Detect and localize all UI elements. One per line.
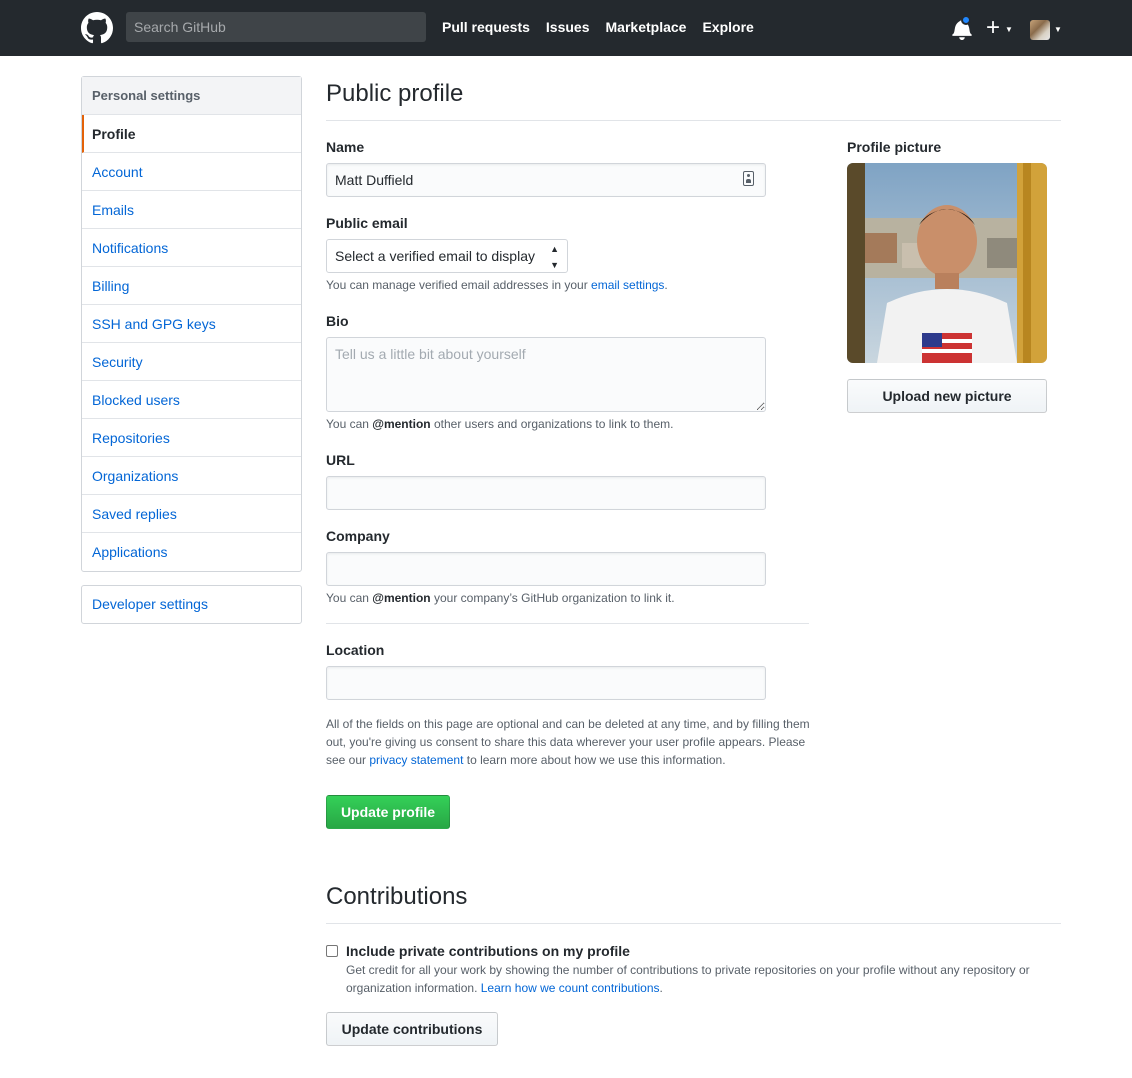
public-email-select-value: Select a verified email to display xyxy=(335,248,535,264)
privacy-note: All of the fields on this page are optio… xyxy=(326,715,816,769)
mention-text: @mention xyxy=(372,591,431,605)
sidebar-item-security[interactable]: Security xyxy=(82,343,301,381)
company-note-suffix: your company’s GitHub organization to li… xyxy=(430,591,675,605)
name-field[interactable] xyxy=(326,163,766,197)
contributions-desc-suffix: . xyxy=(659,981,663,995)
notification-dot xyxy=(961,15,971,25)
url-label: URL xyxy=(326,452,355,468)
name-label: Name xyxy=(326,139,365,155)
chevron-down-icon[interactable]: ▼ xyxy=(1054,25,1062,34)
sidebar-item-notifications[interactable]: Notifications xyxy=(82,229,301,267)
bio-note: You can @mention other users and organiz… xyxy=(326,417,673,431)
settings-sidebar: Personal settings Profile Account Emails… xyxy=(81,76,302,572)
contributions-divider xyxy=(326,923,1061,924)
plus-icon[interactable]: + xyxy=(986,13,1000,43)
private-contributions-label[interactable]: Include private contributions on my prof… xyxy=(346,943,630,959)
sidebar-item-ssh-gpg-keys[interactable]: SSH and GPG keys xyxy=(82,305,301,343)
upload-picture-button[interactable]: Upload new picture xyxy=(847,379,1047,413)
sidebar-item-profile[interactable]: Profile xyxy=(82,115,301,153)
profile-picture xyxy=(847,163,1047,363)
profile-picture-label: Profile picture xyxy=(847,139,942,155)
sidebar-item-developer-settings[interactable]: Developer settings xyxy=(81,585,302,624)
company-note: You can @mention your company’s GitHub o… xyxy=(326,591,675,605)
nav-issues[interactable]: Issues xyxy=(546,19,590,35)
bio-label: Bio xyxy=(326,313,349,329)
header-nav: Pull requests Issues Marketplace Explore xyxy=(442,19,754,35)
email-note-text: You can manage verified email addresses … xyxy=(326,278,592,292)
company-field[interactable] xyxy=(326,552,766,586)
public-email-select[interactable]: Select a verified email to display ▲ ▼ xyxy=(326,239,568,273)
update-profile-button[interactable]: Update profile xyxy=(326,795,450,829)
chevron-down-icon[interactable]: ▼ xyxy=(1005,25,1013,34)
mention-text: @mention xyxy=(372,417,431,431)
private-contributions-description: Get credit for all your work by showing … xyxy=(346,961,1046,997)
location-label: Location xyxy=(326,642,385,658)
nav-pull-requests[interactable]: Pull requests xyxy=(442,19,530,35)
url-field[interactable] xyxy=(326,476,766,510)
bio-note-suffix: other users and organizations to link to… xyxy=(430,417,674,431)
top-header: Pull requests Issues Marketplace Explore… xyxy=(0,0,1132,56)
company-label: Company xyxy=(326,528,390,544)
sidebar-item-organizations[interactable]: Organizations xyxy=(82,457,301,495)
location-field[interactable] xyxy=(326,666,766,700)
select-arrows-icon: ▲ ▼ xyxy=(550,244,559,270)
nav-marketplace[interactable]: Marketplace xyxy=(606,19,687,35)
update-contributions-button[interactable]: Update contributions xyxy=(326,1012,498,1046)
company-note-text: You can xyxy=(326,591,373,605)
page-title: Public profile xyxy=(326,80,464,107)
learn-contributions-link[interactable]: Learn how we count contributions xyxy=(481,981,660,995)
title-divider xyxy=(326,120,1061,121)
sidebar-heading: Personal settings xyxy=(82,77,301,115)
sidebar-item-saved-replies[interactable]: Saved replies xyxy=(82,495,301,533)
privacy-note-suffix: to learn more about how we use this info… xyxy=(463,753,726,767)
sidebar-item-account[interactable]: Account xyxy=(82,153,301,191)
sidebar-item-repositories[interactable]: Repositories xyxy=(82,419,301,457)
bio-textarea[interactable] xyxy=(326,337,766,412)
email-note-suffix: . xyxy=(664,278,668,292)
search-input[interactable] xyxy=(126,12,426,42)
sidebar-item-blocked-users[interactable]: Blocked users xyxy=(82,381,301,419)
public-email-label: Public email xyxy=(326,215,408,231)
private-contributions-checkbox[interactable] xyxy=(326,945,338,957)
nav-explore[interactable]: Explore xyxy=(702,19,753,35)
sidebar-item-emails[interactable]: Emails xyxy=(82,191,301,229)
section-divider xyxy=(326,623,809,624)
sidebar-item-billing[interactable]: Billing xyxy=(82,267,301,305)
contributions-desc-text: Get credit for all your work by showing … xyxy=(346,963,1030,995)
avatar[interactable] xyxy=(1030,20,1050,40)
bio-note-text: You can xyxy=(326,417,373,431)
email-settings-link[interactable]: email settings xyxy=(591,278,664,292)
contributions-title: Contributions xyxy=(326,883,468,910)
email-note: You can manage verified email addresses … xyxy=(326,278,668,292)
sidebar-item-applications[interactable]: Applications xyxy=(82,533,301,571)
github-logo-icon[interactable] xyxy=(81,12,113,44)
contact-card-icon xyxy=(743,171,754,186)
privacy-statement-link[interactable]: privacy statement xyxy=(369,753,463,767)
